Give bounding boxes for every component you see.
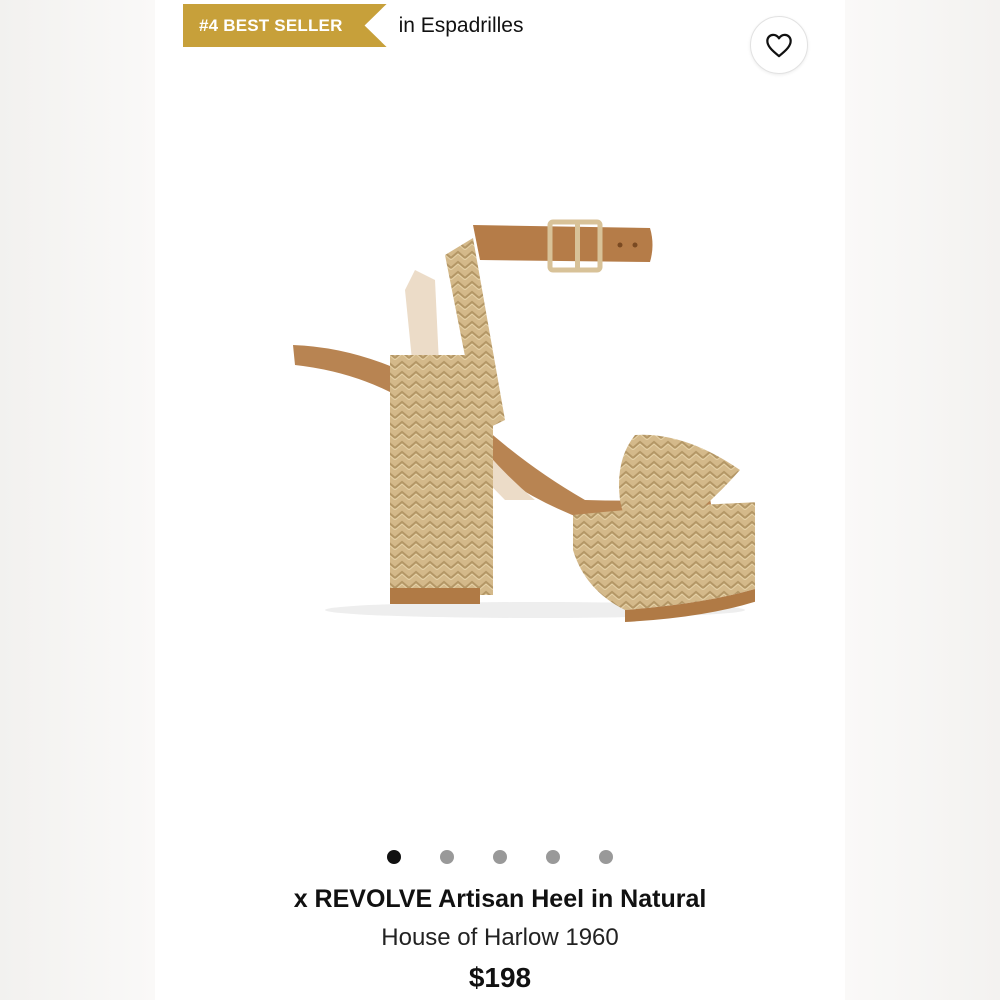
best-seller-ribbon: #4 BEST SELLER: [183, 4, 387, 47]
best-seller-category[interactable]: in Espadrilles: [399, 14, 524, 38]
product-price: $198: [468, 962, 532, 993]
product-card: #4 BEST SELLER in Espadrilles x REVOLVE …: [155, 0, 845, 1000]
carousel-dot[interactable]: [440, 850, 454, 864]
product-image[interactable]: [255, 170, 755, 630]
carousel-dot[interactable]: [493, 850, 507, 864]
carousel-dot[interactable]: [387, 850, 401, 864]
image-carousel-dots: [155, 850, 845, 864]
product-brand[interactable]: House of Harlow 1960: [155, 924, 845, 952]
carousel-dot[interactable]: [546, 850, 560, 864]
background-left: [0, 0, 155, 1000]
best-seller-badge: #4 BEST SELLER in Espadrilles: [183, 4, 523, 47]
product-title: x REVOLVE Artisan Heel in Natural: [293, 885, 707, 913]
heart-outline-icon: [766, 33, 792, 58]
carousel-dot[interactable]: [599, 850, 613, 864]
wishlist-button[interactable]: [750, 16, 808, 74]
background-right: [845, 0, 1000, 1000]
